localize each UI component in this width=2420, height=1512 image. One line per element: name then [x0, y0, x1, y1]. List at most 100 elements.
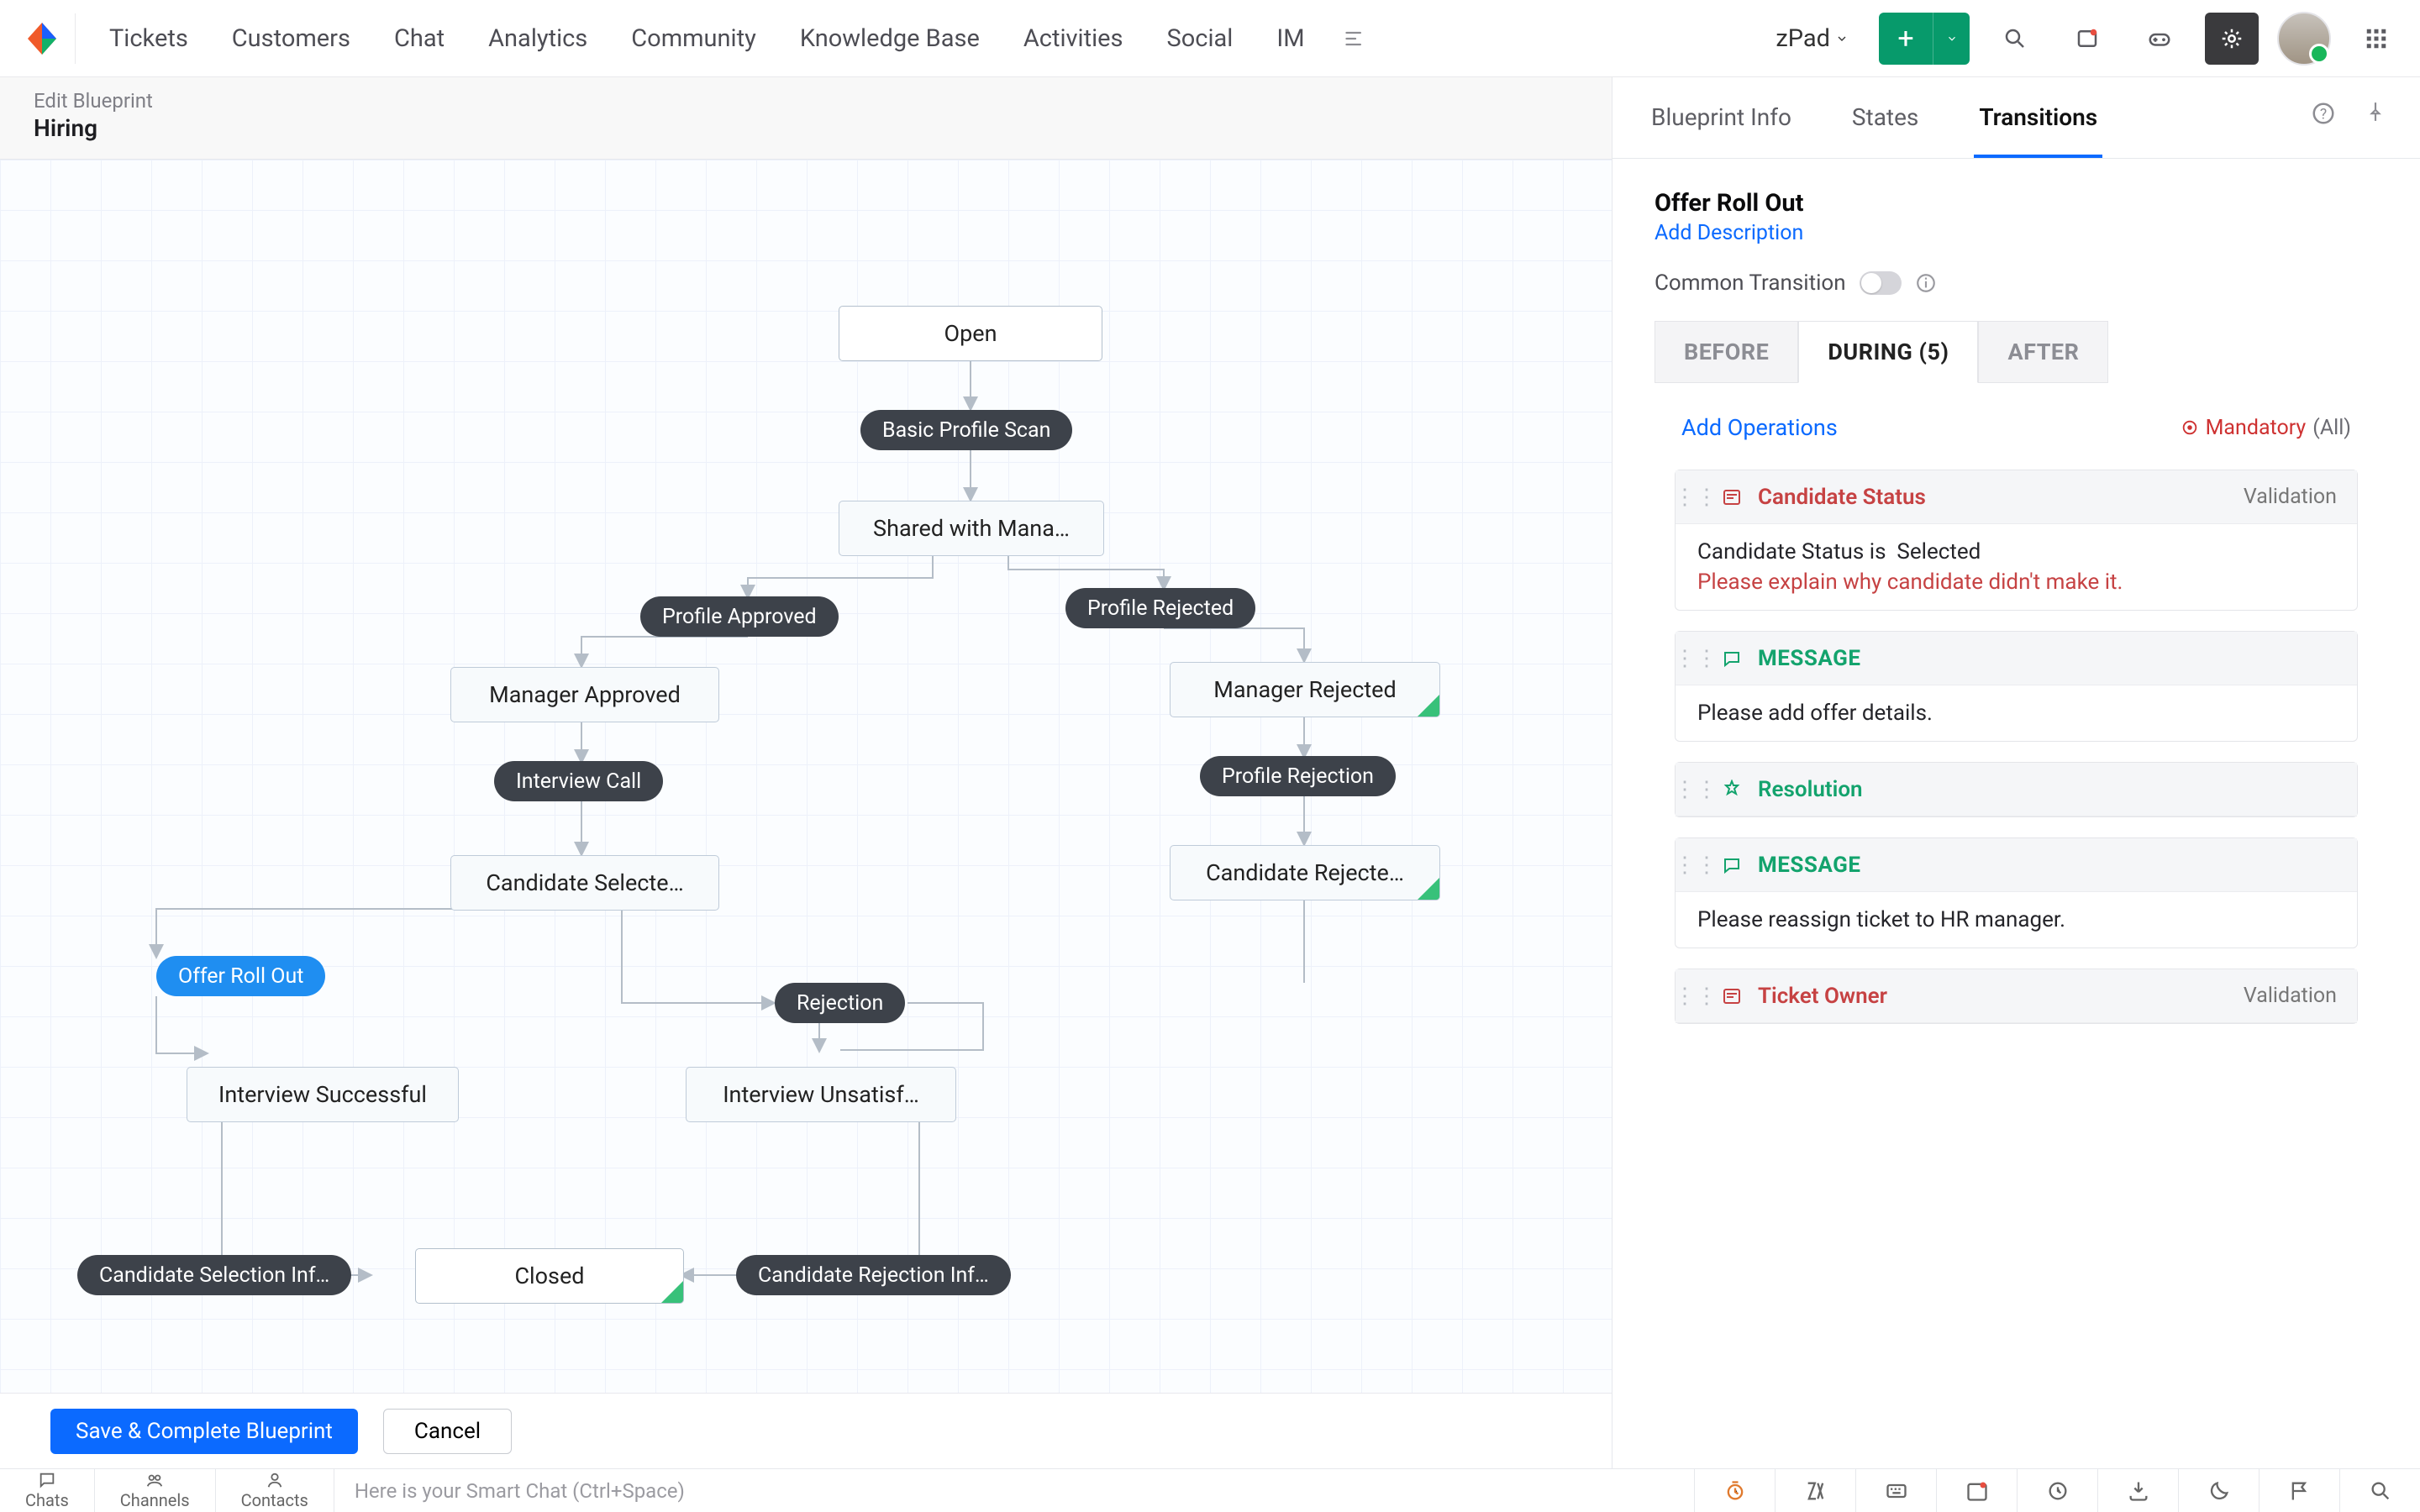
message-icon — [1719, 646, 1744, 671]
op-name: Resolution — [1758, 777, 1863, 802]
op-message-1[interactable]: ⋮⋮ MESSAGE Please add offer details. — [1675, 631, 2358, 742]
nav-chat[interactable]: Chat — [372, 0, 466, 77]
state-candidate-rejected[interactable]: Candidate Rejecte… — [1170, 845, 1440, 900]
svg-text:?: ? — [2320, 106, 2327, 123]
tab-transitions[interactable]: Transitions — [1974, 103, 2102, 158]
clock-icon[interactable] — [2017, 1469, 2097, 1512]
notifications-icon[interactable] — [2060, 13, 2114, 65]
chatbar-contacts[interactable]: Contacts — [216, 1469, 334, 1512]
add-operations-link[interactable]: Add Operations — [1681, 414, 1838, 441]
op-name: MESSAGE — [1758, 853, 1861, 878]
cancel-button[interactable]: Cancel — [383, 1409, 512, 1454]
state-shared-with-manager[interactable]: Shared with Mana… — [839, 501, 1104, 556]
state-closed[interactable]: Closed — [415, 1248, 684, 1304]
op-candidate-status[interactable]: ⋮⋮ Candidate Status Validation Candidate… — [1675, 470, 2358, 611]
op-name: Candidate Status — [1758, 485, 1926, 510]
drag-handle-icon[interactable]: ⋮⋮ — [1686, 646, 1706, 671]
nav-overflow-icon[interactable] — [1344, 27, 1367, 50]
state-manager-rejected[interactable]: Manager Rejected — [1170, 662, 1440, 717]
common-transition-toggle[interactable] — [1860, 271, 1902, 295]
op-line: Candidate Status is Selected — [1697, 539, 1981, 564]
transition-profile-rejected[interactable]: Profile Rejected — [1065, 588, 1255, 628]
op-ticket-owner[interactable]: ⋮⋮ Ticket Owner Validation — [1675, 969, 2358, 1024]
search-icon[interactable] — [1988, 13, 2042, 65]
chatbar-chats[interactable]: Chats — [0, 1469, 95, 1512]
phase-before[interactable]: BEFORE — [1655, 321, 1798, 383]
smart-chat-input[interactable]: Here is your Smart Chat (Ctrl+Space) — [334, 1469, 1694, 1512]
nav-community[interactable]: Community — [609, 0, 778, 77]
op-validation-label: Validation — [2244, 485, 2337, 509]
form-field-icon — [1719, 485, 1744, 510]
nav-customers[interactable]: Customers — [210, 0, 372, 77]
op-name: Ticket Owner — [1758, 984, 1887, 1009]
state-interview-unsatisfied[interactable]: Interview Unsatisf… — [686, 1067, 956, 1122]
pin-icon[interactable] — [2365, 101, 2386, 126]
calendar-alert-icon[interactable] — [1936, 1469, 2017, 1512]
form-field-icon — [1719, 984, 1744, 1009]
add-description-link[interactable]: Add Description — [1655, 221, 2378, 245]
settings-icon[interactable] — [2205, 13, 2259, 65]
state-open[interactable]: Open — [839, 306, 1102, 361]
nav-knowledge-base[interactable]: Knowledge Base — [778, 0, 1002, 77]
tab-states[interactable]: States — [1847, 103, 1923, 158]
op-validation-label: Validation — [2244, 984, 2337, 1008]
transition-candidate-rejection-info[interactable]: Candidate Rejection Inf… — [736, 1255, 1011, 1295]
op-message-2[interactable]: ⋮⋮ MESSAGE Please reassign ticket to HR … — [1675, 837, 2358, 948]
add-button-caret[interactable] — [1933, 13, 1970, 65]
phase-during[interactable]: DURING (5) — [1798, 321, 1978, 383]
resolution-icon — [1719, 777, 1744, 802]
tab-blueprint-info[interactable]: Blueprint Info — [1646, 103, 1797, 158]
state-interview-successful[interactable]: Interview Successful — [187, 1067, 459, 1122]
zia-icon[interactable] — [1775, 1469, 1855, 1512]
apps-grid-icon[interactable] — [2349, 13, 2403, 65]
mandatory-icon — [2181, 418, 2199, 437]
transition-profile-approved[interactable]: Profile Approved — [640, 596, 839, 637]
breadcrumb: Edit Blueprint Hiring — [0, 77, 1612, 160]
transition-basic-profile-scan[interactable]: Basic Profile Scan — [860, 410, 1072, 450]
op-body: Please reassign ticket to HR manager. — [1676, 892, 2357, 948]
state-candidate-selected[interactable]: Candidate Selecte… — [450, 855, 719, 911]
main-nav: Tickets Customers Chat Analytics Communi… — [87, 0, 1327, 77]
rp-tabs: Blueprint Info States Transitions ? — [1612, 77, 2420, 159]
save-blueprint-button[interactable]: Save & Complete Blueprint — [50, 1409, 358, 1454]
state-manager-approved[interactable]: Manager Approved — [450, 667, 719, 722]
phase-after[interactable]: AFTER — [1978, 321, 2108, 383]
transition-profile-rejection[interactable]: Profile Rejection — [1200, 756, 1396, 796]
add-button[interactable]: + — [1879, 13, 1933, 65]
common-transition-label: Common Transition — [1655, 270, 1846, 296]
chatbar-channels[interactable]: Channels — [95, 1469, 216, 1512]
op-body: Please add offer details. — [1676, 685, 2357, 741]
drag-handle-icon[interactable]: ⋮⋮ — [1686, 853, 1706, 878]
org-picker[interactable]: zPad — [1764, 24, 1860, 53]
drag-handle-icon[interactable]: ⋮⋮ — [1686, 485, 1706, 510]
flag-icon[interactable] — [2259, 1469, 2339, 1512]
help-icon[interactable]: ? — [2311, 101, 2336, 126]
transition-interview-call[interactable]: Interview Call — [494, 761, 663, 801]
timer-icon[interactable] — [1694, 1469, 1775, 1512]
transition-candidate-selection-info[interactable]: Candidate Selection Inf… — [77, 1255, 351, 1295]
transition-rejection[interactable]: Rejection — [775, 983, 905, 1023]
keyboard-icon[interactable] — [1855, 1469, 1936, 1512]
org-name: zPad — [1776, 24, 1830, 53]
blueprint-canvas[interactable]: Open Basic Profile Scan Shared with Mana… — [0, 160, 1612, 1468]
nav-im[interactable]: IM — [1255, 0, 1326, 77]
page-title: Hiring — [34, 114, 1612, 142]
drag-handle-icon[interactable]: ⋮⋮ — [1686, 777, 1706, 802]
user-avatar[interactable] — [2277, 12, 2331, 66]
gamification-icon[interactable] — [2133, 13, 2186, 65]
nav-activities[interactable]: Activities — [1002, 0, 1145, 77]
import-icon[interactable] — [2097, 1469, 2178, 1512]
nav-analytics[interactable]: Analytics — [466, 0, 609, 77]
breadcrumb-sup: Edit Blueprint — [34, 89, 1612, 113]
save-bar: Save & Complete Blueprint Cancel — [0, 1393, 1612, 1468]
theme-icon[interactable] — [2178, 1469, 2259, 1512]
nav-social[interactable]: Social — [1145, 0, 1255, 77]
nav-tickets[interactable]: Tickets — [87, 0, 210, 77]
transition-title: Offer Roll Out — [1655, 189, 2378, 218]
op-resolution[interactable]: ⋮⋮ Resolution — [1675, 762, 2358, 817]
transition-offer-roll-out[interactable]: Offer Roll Out — [156, 956, 325, 996]
brand-logo[interactable] — [8, 13, 76, 64]
search-footer-icon[interactable] — [2339, 1469, 2420, 1512]
drag-handle-icon[interactable]: ⋮⋮ — [1686, 984, 1706, 1009]
info-icon[interactable] — [1915, 272, 1937, 294]
